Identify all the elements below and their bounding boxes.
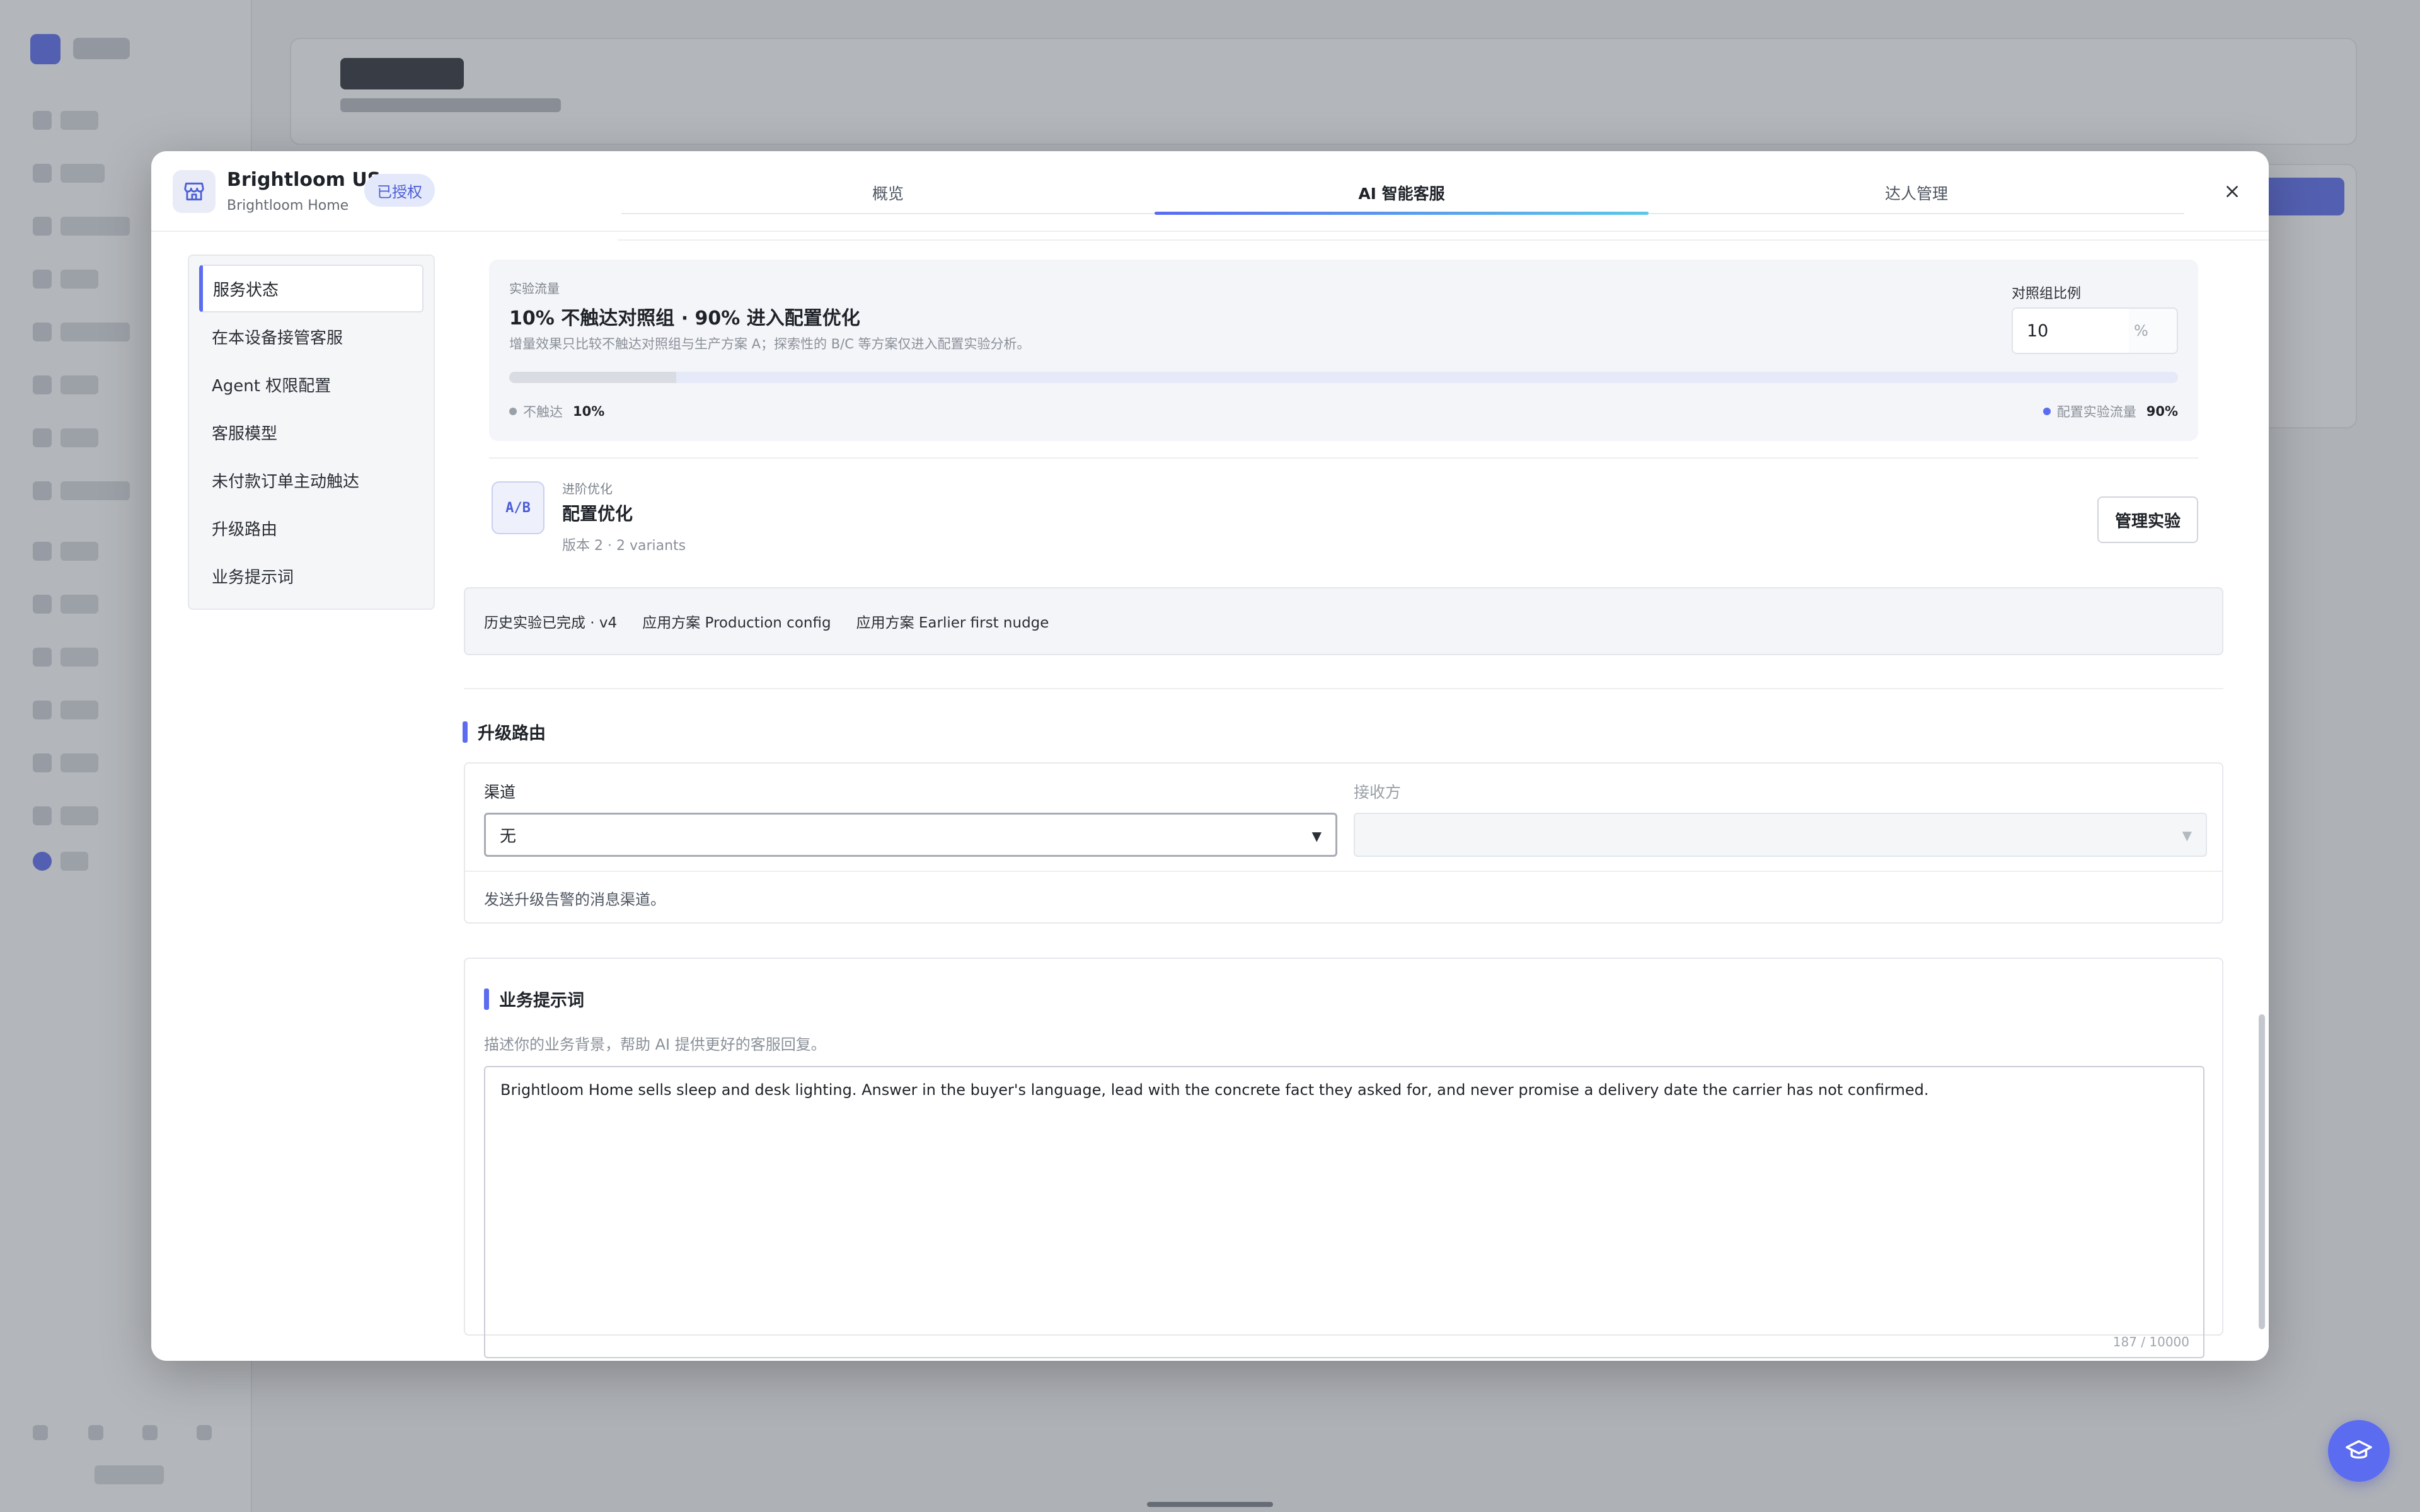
section-nav-unpaid-orders[interactable]: 未付款订单主动触达 [199, 456, 424, 504]
store-detail-modal: Brightloom US Brightloom Home 已授权 概览 AI … [151, 151, 2269, 1361]
ab-test-meta: 版本 2 · 2 variants [562, 538, 686, 554]
legend-experiment-value: 90% [2146, 404, 2178, 419]
divider [489, 457, 2198, 459]
tab-influencer-management[interactable]: 达人管理 [1649, 171, 2184, 214]
section-nav-agent-permissions[interactable]: Agent 权限配置 [199, 360, 424, 408]
channel-select[interactable]: 无 ▼ [484, 813, 1337, 857]
help-button[interactable] [2328, 1420, 2390, 1482]
experiment-description: 增量效果只比较不触达对照组与生产方案 A；探索性的 B/C 等方案仅进入配置实验… [509, 336, 1030, 352]
escalation-card: 渠道 无 ▼ 接收方 ▼ 发送升级告警的消息渠道。 [464, 762, 2223, 924]
section-nav-device-takeover[interactable]: 在本设备接管客服 [199, 312, 424, 360]
experiment-traffic-card: 实验流量 10% 不触达对照组 · 90% 进入配置优化 增量效果只比较不触达对… [489, 260, 2198, 441]
control-segment [509, 372, 676, 383]
divider [465, 871, 2222, 872]
history-plan-production[interactable]: 应用方案 Production config [642, 610, 831, 632]
control-ratio-input[interactable]: 10 % [2012, 307, 2178, 354]
experiment-eyebrow: 实验流量 [509, 281, 560, 296]
section-accent-bar [463, 721, 468, 743]
modal-header: Brightloom US Brightloom Home 已授权 概览 AI … [151, 151, 2269, 232]
manage-experiment-button[interactable]: 管理实验 [2097, 496, 2198, 543]
business-prompt-title-text: 业务提示词 [499, 991, 584, 1011]
legend-control-label: 不触达 [523, 404, 563, 420]
section-accent-bar [484, 988, 489, 1010]
authorized-badge: 已授权 [364, 174, 435, 207]
section-nav-service-model[interactable]: 客服模型 [199, 408, 424, 456]
active-tab-indicator [1155, 212, 1649, 215]
experiment-title: 10% 不触达对照组 · 90% 进入配置优化 [509, 307, 860, 329]
chevron-down-icon: ▼ [2182, 828, 2192, 843]
tab-bar: 概览 AI 智能客服 达人管理 [621, 171, 2184, 215]
legend-dot-experiment [2043, 408, 2051, 415]
control-ratio-unit: % [2134, 322, 2148, 340]
character-count: 187 / 10000 [2112, 1334, 2189, 1349]
section-nav: 服务状态 在本设备接管客服 Agent 权限配置 客服模型 未付款订单主动触达 … [188, 255, 435, 610]
legend-experiment-label: 配置实验流量 [2056, 404, 2136, 420]
history-plan-earlier-nudge[interactable]: 应用方案 Earlier first nudge [856, 610, 1049, 632]
experiment-history-bar: 历史实验已完成 · v4 应用方案 Production config 应用方案… [464, 587, 2223, 655]
ab-test-icon: A/B [492, 481, 544, 534]
legend-control: 不触达 10% [509, 402, 604, 421]
ab-test-eyebrow: 进阶优化 [562, 481, 613, 496]
tab-overview[interactable]: 概览 [621, 171, 1155, 214]
escalation-title-text: 升级路由 [478, 724, 546, 743]
business-prompt-value: Brightloom Home sells sleep and desk lig… [500, 1081, 1929, 1099]
business-prompt-help-text: 描述你的业务背景，帮助 AI 提供更好的客服回复。 [484, 1036, 826, 1053]
tab-ai-customer-service[interactable]: AI 智能客服 [1155, 171, 1649, 214]
content-scrollbar[interactable] [2259, 1014, 2265, 1329]
section-nav-service-status[interactable]: 服务状态 [199, 265, 424, 312]
control-ratio-label: 对照组比例 [2012, 286, 2082, 302]
ab-test-title: 配置优化 [562, 503, 633, 524]
divider [464, 688, 2223, 689]
legend-dot-control [509, 408, 517, 415]
store-icon [173, 170, 216, 213]
legend-experiment: 配置实验流量 90% [2043, 402, 2178, 421]
store-name: Brightloom US [227, 169, 381, 191]
business-prompt-card: 业务提示词 描述你的业务背景，帮助 AI 提供更好的客服回复。 Brightlo… [464, 958, 2223, 1358]
divider [618, 239, 2269, 241]
escalation-section-title: 升级路由 [463, 719, 546, 744]
channel-selected-value: 无 [500, 827, 517, 846]
business-prompt-textarea[interactable]: Brightloom Home sells sleep and desk lig… [484, 1066, 2204, 1358]
section-nav-escalation[interactable]: 升级路由 [199, 504, 424, 552]
recipient-select[interactable]: ▼ [1354, 813, 2207, 857]
section-nav-business-prompt[interactable]: 业务提示词 [199, 552, 424, 600]
history-status: 历史实验已完成 · v4 [484, 615, 618, 631]
channel-label: 渠道 [484, 783, 516, 801]
business-prompt-section-title: 业务提示词 [484, 987, 584, 1011]
traffic-split-bar [509, 372, 2178, 383]
recipient-label: 接收方 [1354, 783, 1402, 801]
graduation-cap-icon [2346, 1440, 2372, 1459]
control-ratio-value[interactable]: 10 [2013, 309, 2129, 353]
legend-control-value: 10% [573, 404, 605, 419]
chevron-down-icon: ▼ [1311, 828, 1322, 844]
store-subtitle: Brightloom Home [227, 198, 349, 214]
close-button[interactable] [2218, 178, 2246, 205]
escalation-help-text: 发送升级告警的消息渠道。 [484, 891, 666, 908]
close-icon [2227, 186, 2238, 197]
